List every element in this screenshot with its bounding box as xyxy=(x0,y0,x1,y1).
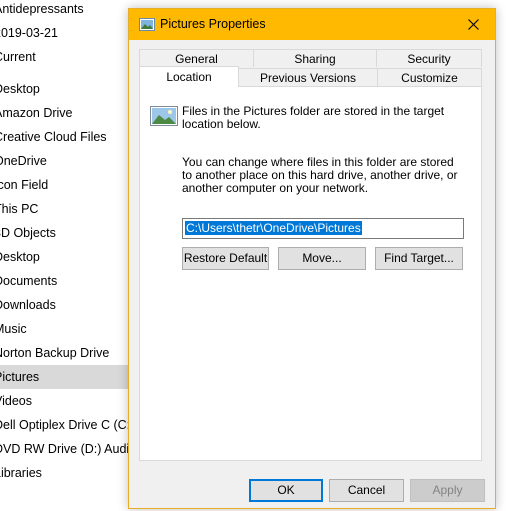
nav-item[interactable]: Downloads xyxy=(0,293,135,317)
nav-item[interactable]: This PC xyxy=(0,197,135,221)
dialog-title: Pictures Properties xyxy=(160,17,266,31)
move-button[interactable]: Move... xyxy=(278,247,366,270)
change-location-text: You can change where files in this folde… xyxy=(182,155,458,195)
nav-item[interactable]: Pictures xyxy=(0,365,135,389)
nav-item[interactable]: Amazon Drive xyxy=(0,101,135,125)
cancel-button[interactable]: Cancel xyxy=(329,479,404,502)
close-button[interactable] xyxy=(451,9,495,40)
tab-sharing[interactable]: Sharing xyxy=(253,49,377,67)
info-text: Files in the Pictures folder are stored … xyxy=(182,104,445,131)
tab-customize[interactable]: Customize xyxy=(377,68,482,86)
nav-item[interactable]: Documents xyxy=(0,269,135,293)
target-path-value: C:\Users\thetr\OneDrive\Pictures xyxy=(185,221,362,235)
tab-location[interactable]: Location xyxy=(139,66,239,87)
find-target-button[interactable]: Find Target... xyxy=(375,247,463,270)
nav-item[interactable]: Music xyxy=(0,317,135,341)
nav-item[interactable]: Current xyxy=(0,45,135,69)
pictures-properties-dialog: Pictures Properties General Sharing Secu… xyxy=(128,8,496,509)
nav-item[interactable]: DVD RW Drive (D:) Audio CD xyxy=(0,437,135,461)
nav-item[interactable]: Antidepressants xyxy=(0,0,135,21)
nav-item[interactable]: 3D Objects xyxy=(0,221,135,245)
apply-button[interactable]: Apply xyxy=(410,479,485,502)
nav-item[interactable]: Dell Optiplex Drive C (C:) xyxy=(0,413,135,437)
nav-item[interactable]: Desktop xyxy=(0,77,135,101)
explorer-nav-pane: Antidepressants2019-03-21CurrentDesktopA… xyxy=(0,0,135,511)
nav-item[interactable]: Videos xyxy=(0,389,135,413)
title-bar[interactable]: Pictures Properties xyxy=(129,9,495,40)
restore-default-button[interactable]: Restore Default xyxy=(182,247,269,270)
tab-security[interactable]: Security xyxy=(376,49,482,67)
pictures-folder-icon xyxy=(139,18,155,31)
nav-item[interactable]: 2019-03-21 xyxy=(0,21,135,45)
close-icon xyxy=(467,19,479,30)
nav-item[interactable]: Libraries xyxy=(0,461,135,485)
tab-previous-versions[interactable]: Previous Versions xyxy=(238,68,378,86)
nav-item[interactable]: OneDrive xyxy=(0,149,135,173)
tab-general[interactable]: General xyxy=(139,49,254,67)
location-tab-panel: Files in the Pictures folder are stored … xyxy=(139,86,482,461)
pictures-folder-large-icon xyxy=(150,106,178,126)
nav-item[interactable]: Desktop xyxy=(0,245,135,269)
nav-item[interactable]: Icon Field xyxy=(0,173,135,197)
ok-button[interactable]: OK xyxy=(249,479,323,502)
nav-item[interactable]: Creative Cloud Files xyxy=(0,125,135,149)
target-path-input[interactable]: C:\Users\thetr\OneDrive\Pictures xyxy=(182,218,464,239)
nav-item[interactable]: Norton Backup Drive xyxy=(0,341,135,365)
